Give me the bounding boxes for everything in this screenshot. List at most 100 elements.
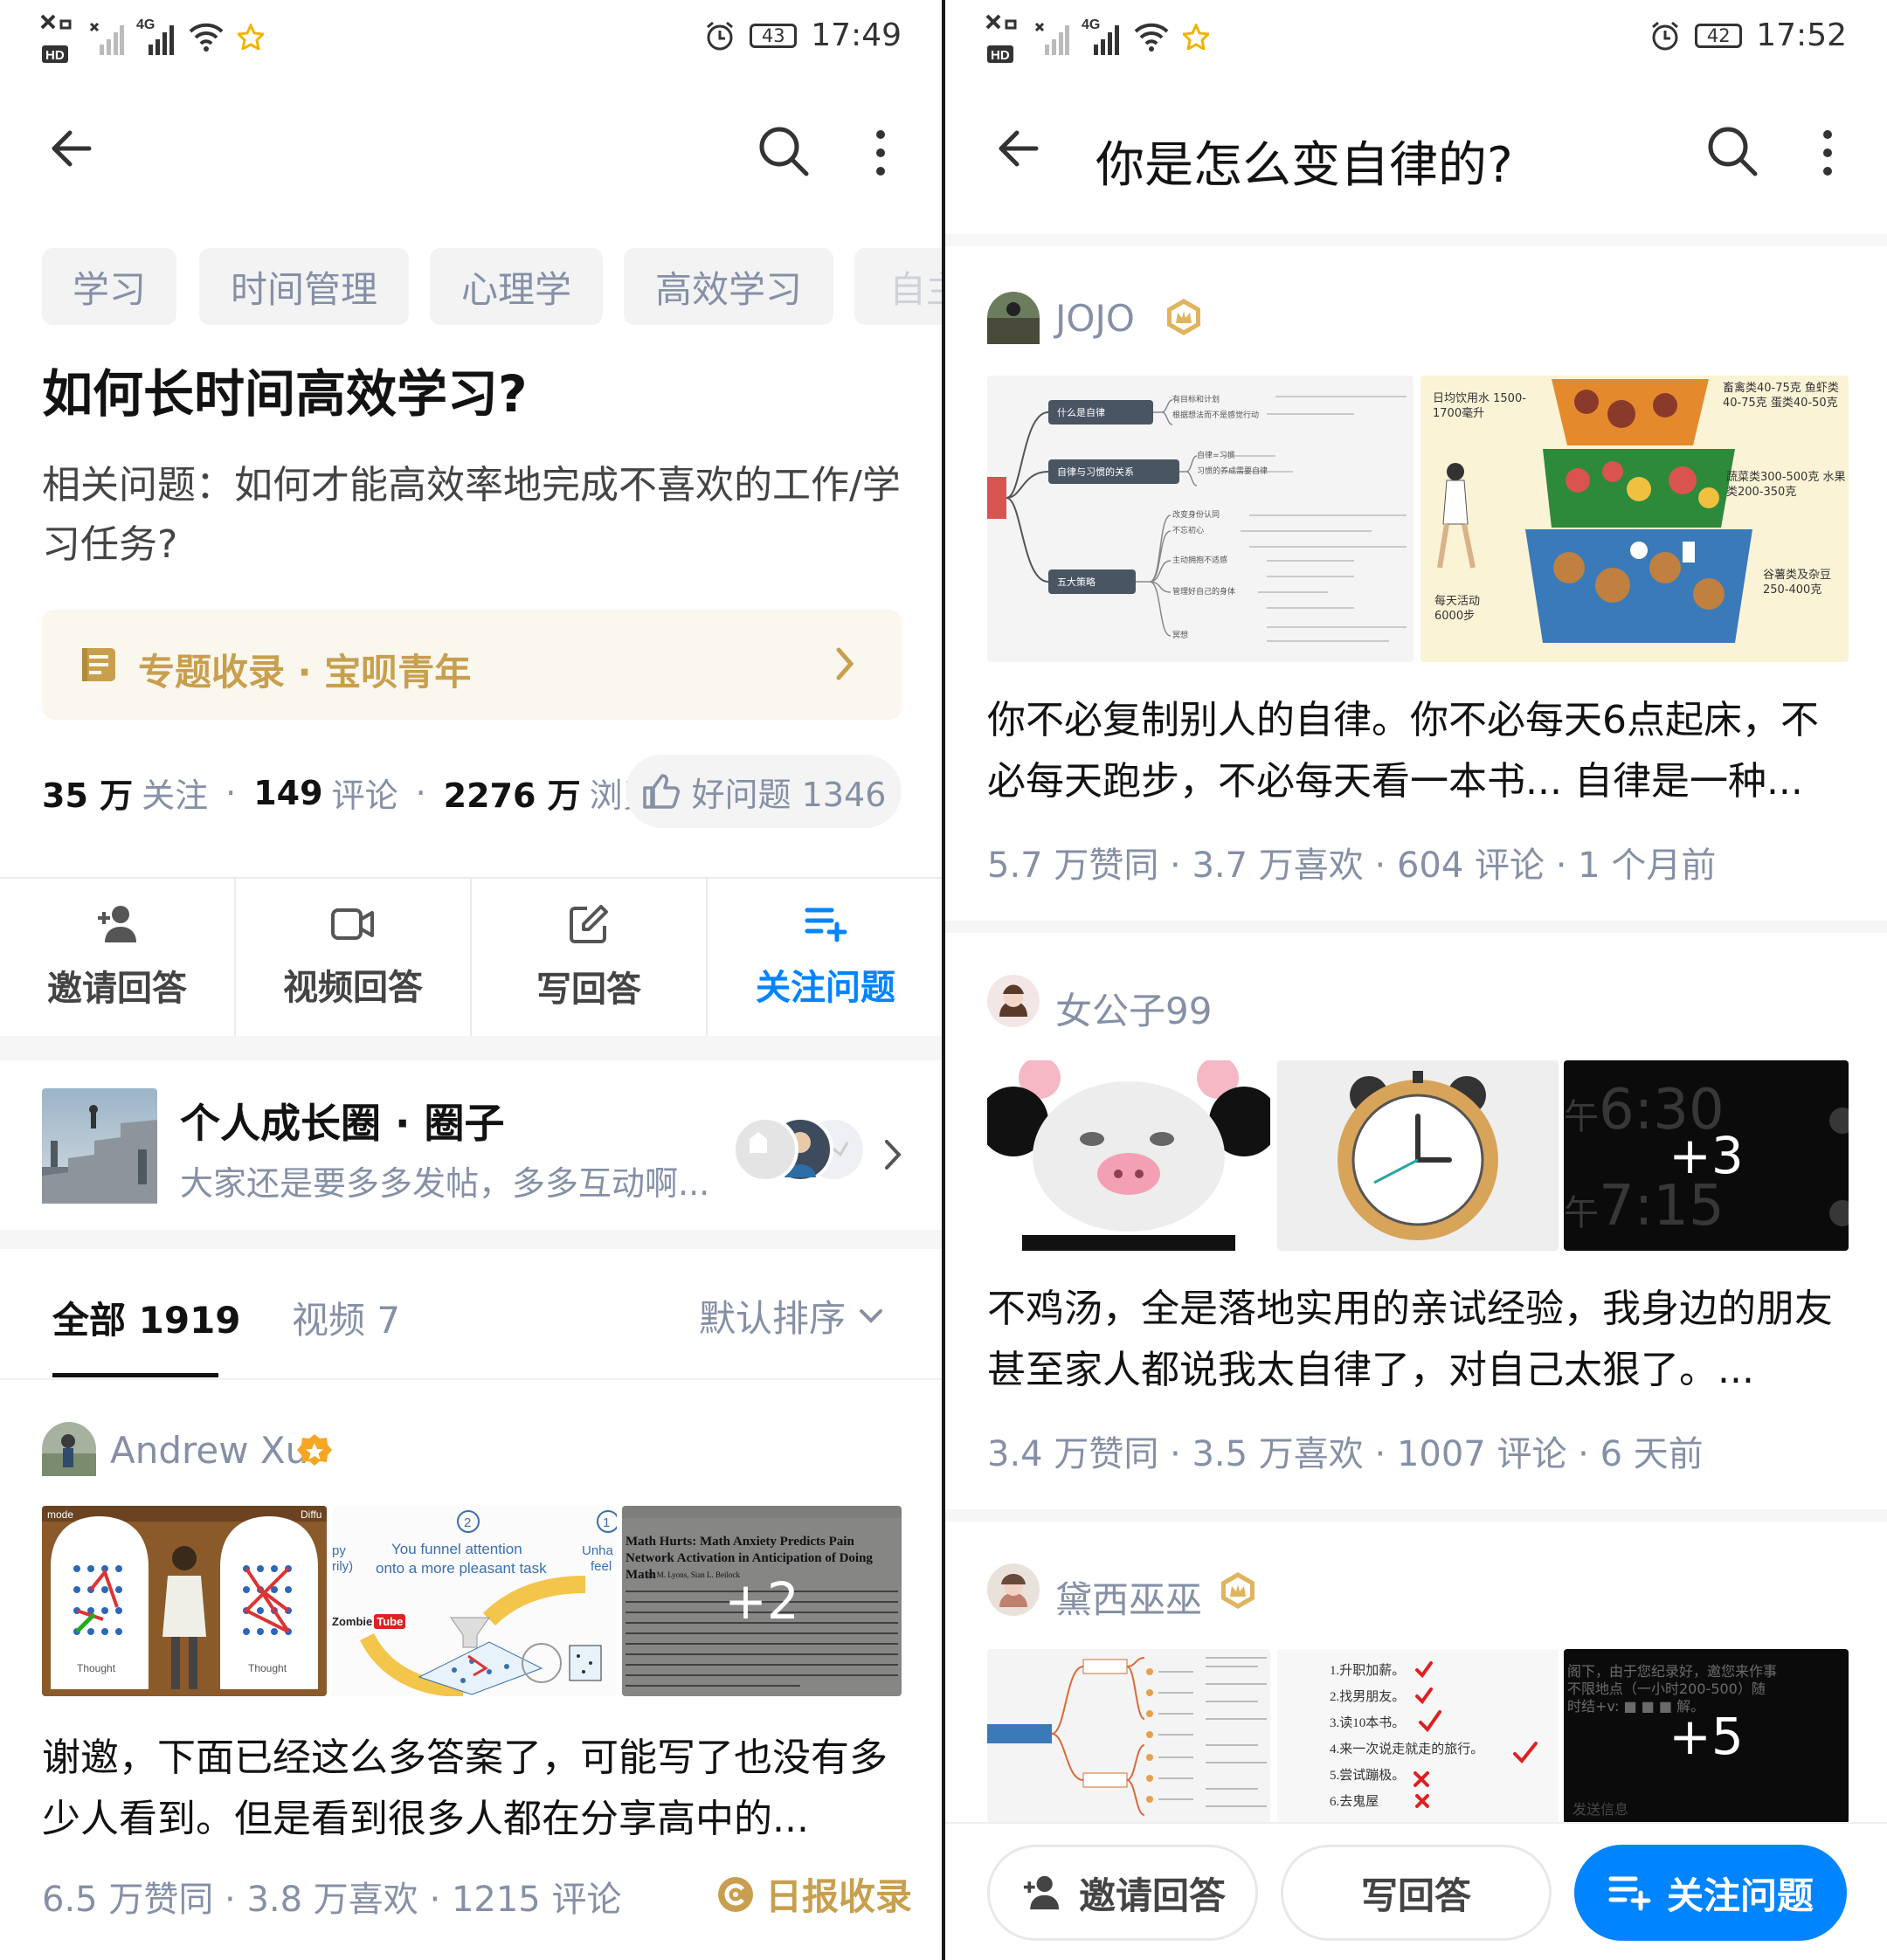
logo-text: Zombie (332, 1615, 373, 1628)
good-question-label: 好问题 1346 (691, 775, 887, 814)
chat-screenshot-image[interactable]: 阁下，由于您纪录好，邀您来作事 不限地点（一小时200-500）随时结+v: ■… (1564, 1649, 1849, 1824)
check-marks (1414, 1661, 1538, 1808)
author-name[interactable]: Andrew Xu (110, 1429, 308, 1472)
more-vertical-icon[interactable] (1817, 128, 1838, 178)
invite-answer-button[interactable]: 邀请回答 (987, 1845, 1258, 1941)
signal-4g-icon: 4G (1082, 17, 1119, 55)
sort-dropdown[interactable]: 默认排序 (699, 1289, 884, 1342)
topic-tag[interactable]: 高效学习 (624, 248, 833, 325)
status-bar: HD 4G 42 17:52 (945, 0, 1887, 79)
back-arrow-icon[interactable] (47, 122, 100, 175)
answer-meta: 5.7 万赞同 · 3.7 万喜欢 · 604 评论 · 1 个月前 (987, 845, 1717, 886)
circle-desc: 大家还是要多多发帖，多多互动啊... (180, 1164, 710, 1203)
circle-title: 个人成长圈 · 圈子 (180, 1100, 505, 1147)
zombie-tube-logo: Zombie Tube (332, 1614, 406, 1629)
mindmap-leaf: 有目标和计划 (1172, 396, 1220, 404)
mindmap-leaf: 自律=习惯 (1197, 452, 1235, 460)
follow-question-button[interactable]: 关注问题 (708, 879, 942, 1036)
svg-text:Thought: Thought (77, 1662, 116, 1674)
view-count: 2276 万 (443, 776, 581, 815)
edit-icon (570, 905, 608, 943)
author-avatar[interactable] (987, 292, 1040, 344)
svg-text:rily): rily) (332, 1559, 353, 1574)
write-answer-button[interactable]: 写回答 (1281, 1845, 1552, 1941)
divider (0, 1378, 942, 1380)
tab-all[interactable]: 全部 1919 (52, 1291, 241, 1344)
food-pyramid-image[interactable]: 日均饮用水 1500-1700毫升 畜禽类40-75克 鱼虾类40-75克 蛋类… (1420, 376, 1849, 662)
circle-card[interactable]: 个人成长圈 · 圈子 大家还是要多多发帖，多多互动啊... (0, 1060, 942, 1228)
daily-badge[interactable]: 日报收录 (716, 1867, 912, 1921)
invite-answer-label: 邀请回答 (1078, 1874, 1226, 1917)
answer-excerpt[interactable]: 你不必复制别人的自律。你不必每天6点起床，不必每天跑步，不必每天看一本书... … (987, 690, 1852, 812)
status-icons: HD 4G (984, 9, 1209, 65)
search-icon[interactable] (757, 124, 811, 178)
verified-badge-icon (297, 1434, 332, 1466)
author-name[interactable]: 女公子99 (1055, 982, 1212, 1035)
good-question-button[interactable]: 好问题 1346 (626, 755, 902, 828)
circle-thumbnail (42, 1088, 157, 1204)
author-avatar[interactable] (42, 1422, 96, 1476)
section-separator (945, 921, 1887, 933)
svg-text:feel: feel (591, 1559, 612, 1574)
logo-text-box: Tube (374, 1614, 406, 1629)
image-caption-1: You funnel attention (391, 1541, 522, 1557)
food-label: 每天活动 6000步 (1434, 595, 1481, 623)
answer-image-3[interactable]: Math Hurts: Math Anxiety Predicts Pain N… (622, 1506, 902, 1696)
invite-answer-label: 邀请回答 (47, 969, 187, 1009)
mindmap-image[interactable]: 什么是自律 自律与习惯的关系 五大策略 有目标和计划 根据想法而不是感觉行动 自… (987, 376, 1414, 662)
write-answer-button[interactable]: 写回答 (472, 879, 708, 1036)
status-icons: HD 4G (38, 9, 264, 65)
follow-list-icon (805, 908, 847, 942)
daily-badge-label: 日报收录 (765, 1875, 913, 1918)
svg-text:HD: HD (991, 48, 1010, 63)
follow-list-icon (1608, 1876, 1651, 1911)
tab-video[interactable]: 视频 7 (292, 1291, 400, 1344)
topic-tag[interactable]: 自主 (854, 248, 942, 325)
author-name[interactable]: JOJO (1055, 297, 1135, 340)
alarm-clock-image[interactable] (1277, 1060, 1559, 1251)
sort-label: 默认排序 (699, 1297, 847, 1340)
answer-image-1[interactable]: mode Diffu Thought Thought (42, 1506, 327, 1696)
author-name[interactable]: 黛西巫巫 (1055, 1570, 1202, 1624)
checklist-image[interactable]: 1.升职加薪。 2.找男朋友。 3.读10本书。 4.来一次说走就走的旅行。 5… (1277, 1649, 1559, 1824)
search-icon[interactable] (1705, 124, 1759, 178)
svg-text:2: 2 (464, 1515, 471, 1530)
write-answer-label: 写回答 (1360, 1874, 1471, 1917)
battery-icon: 42 (1695, 23, 1743, 48)
network-x-icon: HD (985, 14, 1017, 63)
mindmap-leaf: 管理好自己的身体 (1172, 588, 1236, 597)
collection-banner[interactable]: 专题收录 · 宝呗青年 (42, 610, 902, 720)
mindmap-leaf: 不忘初心 (1172, 527, 1205, 535)
follow-question-button[interactable]: 关注问题 (1574, 1845, 1847, 1941)
back-arrow-icon[interactable] (994, 122, 1047, 175)
crown-badge-icon (1221, 1572, 1255, 1609)
signal-1-icon (1034, 22, 1069, 55)
related-question[interactable]: 相关问题：如何才能高效率地完成不喜欢的工作/学习任务? (42, 456, 907, 575)
plan-mindmap-image[interactable] (987, 1649, 1270, 1824)
clock-screenshot-image[interactable]: 午 6:30 午 7:15 +3 (1564, 1060, 1849, 1251)
mindmap-leaf: 习惯的养成需要自律 (1197, 467, 1268, 476)
alarm-icon (707, 21, 734, 50)
food-label: 谷薯类及杂豆 250-400克 (1763, 569, 1832, 597)
topic-tag[interactable]: 学习 (42, 248, 176, 325)
more-images-count: +5 (1564, 1649, 1849, 1824)
answer-image-2[interactable]: 2 py rily) 1 Unha feel You funnel attention o… (332, 1506, 617, 1696)
battery-icon: 43 (750, 23, 798, 48)
author-avatar[interactable] (987, 975, 1040, 1027)
invite-answer-button[interactable]: 邀请回答 (0, 879, 236, 1036)
food-label: 日均饮用水 1500-1700毫升 (1433, 392, 1526, 420)
chevron-right-icon (885, 1140, 902, 1170)
video-answer-button[interactable]: 视频回答 (236, 879, 472, 1036)
answer-excerpt[interactable]: 谢邀，下面已经这么多答案了，可能写了也没有多少人看到。但是看到很多人都在分享高中… (42, 1728, 907, 1850)
more-vertical-icon[interactable] (870, 128, 891, 178)
write-answer-label: 写回答 (536, 970, 641, 1010)
signal-1-icon (89, 22, 124, 55)
svg-text:4G: 4G (1082, 17, 1100, 32)
topic-tag[interactable]: 心理学 (430, 248, 603, 325)
topic-tag[interactable]: 时间管理 (199, 248, 409, 325)
section-separator (0, 1036, 942, 1060)
answer-excerpt[interactable]: 不鸡汤，全是落地实用的亲试经验，我身边的朋友甚至家人都说我太自律了，对自己太狠了… (987, 1279, 1852, 1401)
meme-image[interactable] (987, 1060, 1270, 1251)
author-avatar[interactable] (987, 1563, 1040, 1616)
section-separator (945, 234, 1887, 246)
